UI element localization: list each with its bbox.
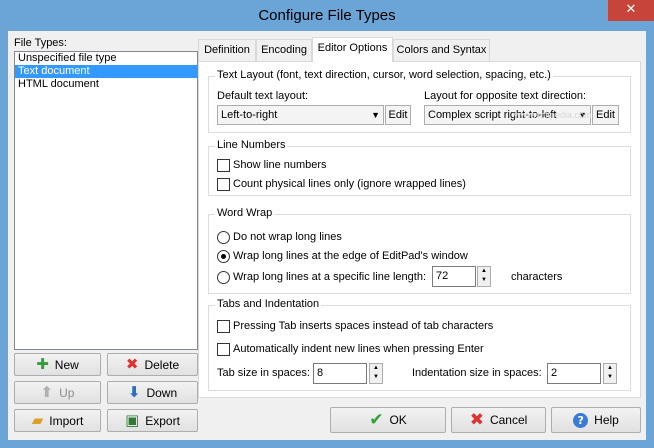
spin-up-icon[interactable]: ▲ (604, 364, 616, 373)
file-types-list[interactable]: Unspecified file type Text document HTML… (14, 51, 198, 350)
cancel-x-icon: ✖ (469, 409, 484, 430)
line-length-stepper[interactable]: ▲ ▼ (477, 266, 491, 287)
auto-indent-checkbox[interactable] (217, 343, 230, 356)
import-button-label: Import (49, 413, 84, 428)
list-item[interactable]: Unspecified file type (15, 52, 197, 65)
folder-open-icon: ▰ (31, 411, 44, 429)
count-physical-lines-checkbox[interactable] (217, 178, 230, 191)
auto-indent-label[interactable]: Automatically indent new lines when pres… (233, 343, 484, 355)
save-disk-icon: ▣ (125, 411, 140, 429)
default-layout-value: Left-to-right (221, 109, 278, 121)
down-button-label: Down (146, 385, 178, 400)
import-button[interactable]: ▰ Import (14, 409, 101, 432)
line-numbers-title: Line Numbers (215, 139, 288, 151)
wrap-line-length-label[interactable]: Wrap long lines at a specific line lengt… (233, 271, 426, 283)
text-layout-title: Text Layout (font, text direction, curso… (215, 69, 553, 81)
delete-button[interactable]: ✖ Delete (107, 353, 198, 376)
wrap-window-edge-radio[interactable] (217, 250, 230, 263)
tab-definition[interactable]: Definition (198, 39, 256, 61)
watermark: www.softpedia.com (514, 110, 592, 120)
up-button[interactable]: ⬆ Up (14, 381, 101, 404)
down-button[interactable]: ⬇ Down (107, 381, 198, 404)
arrow-up-icon: ⬆ (40, 383, 54, 401)
spin-down-icon[interactable]: ▼ (370, 373, 382, 382)
indent-size-label: Indentation size in spaces: (412, 367, 542, 379)
text-layout-group: Text Layout (font, text direction, curso… (208, 69, 631, 133)
file-types-label: File Types: (14, 37, 67, 49)
opposite-layout-label: Layout for opposite text direction: (424, 90, 587, 102)
indent-size-stepper[interactable]: ▲ ▼ (603, 363, 617, 384)
tabs-indentation-group: Tabs and Indentation Pressing Tab insert… (208, 298, 631, 391)
show-line-numbers-checkbox[interactable] (217, 159, 230, 172)
spin-up-icon[interactable]: ▲ (478, 267, 490, 276)
count-physical-lines-label[interactable]: Count physical lines only (ignore wrappe… (233, 178, 466, 190)
tab-size-input[interactable]: 8 (313, 363, 367, 384)
tabs-indentation-title: Tabs and Indentation (215, 298, 322, 310)
editor-options-panel: Text Layout (font, text direction, curso… (198, 61, 641, 398)
word-wrap-title: Word Wrap (215, 207, 275, 219)
list-item[interactable]: Text document (15, 65, 197, 78)
window-title: Configure File Types (258, 7, 396, 24)
help-question-icon: ? (573, 412, 589, 428)
characters-label: characters (511, 271, 563, 283)
tab-inserts-spaces-checkbox[interactable] (217, 320, 230, 333)
checkmark-icon: ✔ (369, 409, 384, 430)
spin-down-icon[interactable]: ▼ (604, 373, 616, 382)
list-item[interactable]: HTML document (15, 78, 197, 91)
word-wrap-group: Word Wrap Do not wrap long lines Wrap lo… (208, 207, 631, 294)
title-bar[interactable]: Configure File Types ✕ (0, 0, 654, 31)
chevron-down-icon: ▼ (371, 110, 380, 120)
show-line-numbers-label[interactable]: Show line numbers (233, 159, 327, 171)
cancel-button-label: Cancel (489, 413, 528, 427)
ok-button-label: OK (389, 413, 407, 427)
tab-editor-options[interactable]: Editor Options (312, 37, 393, 62)
tab-size-stepper[interactable]: ▲ ▼ (369, 363, 383, 384)
up-button-label: Up (59, 385, 75, 400)
delete-x-icon: ✖ (125, 355, 139, 373)
tab-size-label: Tab size in spaces: (217, 367, 310, 379)
indent-size-input[interactable]: 2 (547, 363, 601, 384)
spin-down-icon[interactable]: ▼ (478, 276, 490, 285)
new-button[interactable]: ✚ New (14, 353, 101, 376)
line-numbers-group: Line Numbers Show line numbers Count phy… (208, 139, 631, 196)
new-button-label: New (54, 357, 79, 372)
help-button-label: Help (594, 413, 619, 427)
default-layout-edit-button[interactable]: Edit (385, 105, 411, 125)
line-length-input[interactable]: 72 (432, 266, 476, 287)
no-wrap-radio[interactable] (217, 231, 230, 244)
opposite-layout-edit-button[interactable]: Edit (592, 105, 619, 125)
wrap-line-length-radio[interactable] (217, 271, 230, 284)
tab-colors-and-syntax[interactable]: Colors and Syntax (393, 39, 490, 61)
tab-encoding[interactable]: Encoding (256, 39, 312, 61)
export-button-label: Export (145, 413, 180, 428)
wrap-window-edge-label[interactable]: Wrap long lines at the edge of EditPad's… (233, 250, 468, 262)
dialog-body: File Types: Unspecified file type Text d… (8, 31, 646, 440)
configure-file-types-window: Configure File Types ✕ File Types: Unspe… (0, 0, 654, 448)
close-button[interactable]: ✕ (608, 0, 654, 21)
help-button[interactable]: ? Help (551, 407, 641, 433)
delete-button-label: Delete (144, 357, 180, 372)
ok-button[interactable]: ✔ OK (330, 407, 446, 433)
cancel-button[interactable]: ✖ Cancel (451, 407, 546, 433)
no-wrap-label[interactable]: Do not wrap long lines (233, 231, 342, 243)
plus-icon: ✚ (36, 355, 49, 373)
arrow-down-icon: ⬇ (127, 383, 141, 401)
default-layout-select[interactable]: Left-to-right ▼ (217, 105, 384, 125)
spin-up-icon[interactable]: ▲ (370, 364, 382, 373)
export-button[interactable]: ▣ Export (107, 409, 198, 432)
default-layout-label: Default text layout: (217, 90, 309, 102)
tab-inserts-spaces-label[interactable]: Pressing Tab inserts spaces instead of t… (233, 320, 493, 332)
